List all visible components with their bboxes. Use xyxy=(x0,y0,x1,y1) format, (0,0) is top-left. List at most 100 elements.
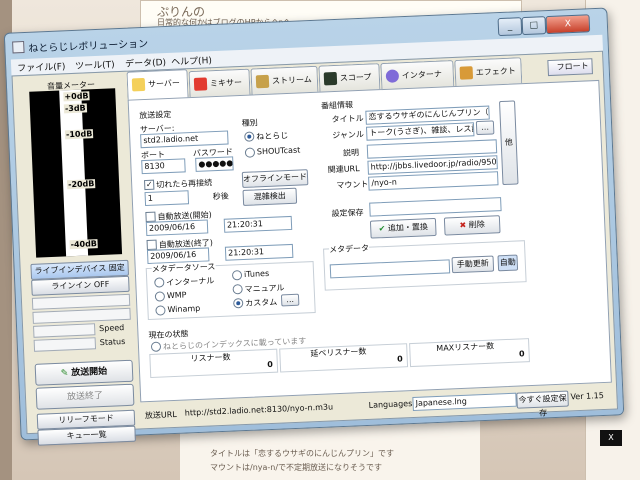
genre-select[interactable]: トーク(うさぎ)、雑談、レス読み xyxy=(365,122,475,141)
auto-end-time[interactable]: 21:20:31 xyxy=(224,243,294,261)
maximize-icon: □ xyxy=(529,20,539,31)
auto-start-date[interactable]: 2009/06/16 xyxy=(145,219,209,237)
meter-scale xyxy=(59,89,89,257)
kind-netoradi-label: ねとらじ xyxy=(256,131,289,142)
app-window: ねとらじレボリューション _ □ X ファイル(F) ツール(T) データ(D)… xyxy=(3,7,625,446)
offline-mode-button[interactable]: オフラインモード xyxy=(241,169,309,188)
program-info-title: 番組情報 xyxy=(320,100,354,111)
tab-server-label: サーバー xyxy=(147,78,181,89)
broadcast-icon: ✎ xyxy=(60,368,69,379)
blog-line: タイトルは「恋するウサギのにんじんプリン」です xyxy=(210,449,394,458)
mount-input[interactable]: /nyo-n xyxy=(368,171,499,191)
listeners-label: リスナー数 xyxy=(190,352,231,364)
seconds-label: 秒後 xyxy=(212,191,229,202)
total-listeners-box: 延べリスナー数 0 xyxy=(279,343,409,373)
auto-start-checkbox[interactable] xyxy=(145,211,156,223)
meter-label-20: -20dB xyxy=(66,179,96,190)
close-button[interactable]: X xyxy=(545,14,591,35)
stream-icon xyxy=(255,74,270,89)
index-status-radio xyxy=(150,341,162,352)
menu-help[interactable]: ヘルプ(H) xyxy=(171,53,212,68)
scope-icon xyxy=(323,71,338,86)
description-label: 説明 xyxy=(342,148,360,158)
mount-label: マウント xyxy=(336,179,369,191)
src-wmp-label: WMP xyxy=(166,290,187,301)
meter-label-40: -40dB xyxy=(69,239,99,250)
server-select[interactable]: std2.ladio.net xyxy=(140,130,229,149)
custom-settings-button[interactable]: ... xyxy=(280,293,300,307)
app-icon xyxy=(12,40,25,54)
server-icon xyxy=(131,77,146,92)
end-broadcast-button[interactable]: 放送終了 xyxy=(35,383,135,410)
save-settings-label: 設定保存 xyxy=(331,207,364,219)
related-url-label: 関連URL xyxy=(327,164,360,175)
blog-line: マウントは/nya-n/で不定期放送になりそうです xyxy=(210,463,383,472)
meter-label-0: +0dB xyxy=(63,91,90,102)
close-icon: X xyxy=(564,19,572,30)
broadcast-url-value[interactable]: http://std2.ladio.net:8130/nyo-n.m3u xyxy=(185,402,334,417)
client-area: 音量メーター +0dB -3dB -10dB -20dB -40dB ライブイン… xyxy=(11,50,619,446)
left-panel: 音量メーター +0dB -3dB -10dB -20dB -40dB ライブイン… xyxy=(17,76,140,446)
manual-update-button[interactable]: 手動更新 xyxy=(451,255,495,274)
reconnect-label: 切れたら再接続 xyxy=(156,178,213,190)
speaker-icon xyxy=(459,66,474,80)
port-input[interactable]: 8130 xyxy=(141,158,186,175)
other-button[interactable]: 他 xyxy=(499,100,519,186)
minimize-icon: _ xyxy=(507,21,513,32)
language-select[interactable]: Japanese.lng xyxy=(412,392,517,412)
kind-label: 種別 xyxy=(241,118,258,128)
status-field xyxy=(33,337,97,352)
password-input[interactable]: ●●●●● xyxy=(195,156,234,172)
blog-sidebar-button[interactable]: X xyxy=(600,430,622,446)
speed-field xyxy=(33,323,96,338)
float-button[interactable]: フロート xyxy=(547,58,593,77)
src-itunes-label: iTunes xyxy=(243,268,270,279)
src-internal-label: インターナル xyxy=(166,276,215,288)
menu-file[interactable]: ファイル(F) xyxy=(17,59,66,74)
auto-start-time[interactable]: 21:20:31 xyxy=(223,215,293,233)
title-label: タイトル xyxy=(331,113,364,125)
tab-effect-label: エフェクト xyxy=(475,66,516,78)
check-icon: ✔ xyxy=(378,224,386,234)
kind-shoutcast-radio[interactable] xyxy=(244,147,256,158)
genre-label: ジャンル xyxy=(332,129,365,141)
save-now-button[interactable]: 今すぐ設定保存 xyxy=(516,390,569,418)
reconnect-checkbox[interactable]: ✓ xyxy=(144,179,155,191)
tab-stream[interactable]: ストリーム xyxy=(250,65,319,96)
speed-label: Speed xyxy=(99,323,125,334)
tab-scope[interactable]: スコープ xyxy=(318,63,381,93)
maximize-button[interactable]: □ xyxy=(521,16,547,36)
version-label: Ver 1.15 xyxy=(570,391,605,402)
kind-netoradi-radio[interactable] xyxy=(244,131,255,142)
minimize-button[interactable]: _ xyxy=(497,17,523,37)
menu-data[interactable]: データ(D) xyxy=(125,55,166,70)
line-in-off-button[interactable]: ラインイン OFF xyxy=(31,275,130,296)
status-label: Status xyxy=(99,337,126,348)
tab-effect[interactable]: エフェクト xyxy=(454,57,523,87)
mixer-icon xyxy=(193,77,208,91)
meter-label-3: -3dB xyxy=(63,103,87,114)
tab-mixer[interactable]: ミキサー xyxy=(188,68,251,99)
start-broadcast-label: 放送開始 xyxy=(71,366,108,379)
auto-update-button[interactable]: 自動 xyxy=(497,254,519,272)
add-replace-button[interactable]: ✔ 追加・置換 xyxy=(369,217,437,239)
listeners-box: リスナー数 0 xyxy=(149,348,279,378)
src-custom-label: カスタム xyxy=(245,297,278,308)
menu-tools[interactable]: ツール(T) xyxy=(75,57,115,72)
disc-icon xyxy=(385,69,400,83)
max-listeners-value: 0 xyxy=(518,349,525,359)
reconnect-seconds-input[interactable]: 1 xyxy=(144,190,190,207)
metadata-label: メタデータ xyxy=(328,242,370,256)
auto-end-checkbox[interactable] xyxy=(146,239,157,251)
level-field-2 xyxy=(32,307,131,324)
genre-more-button[interactable]: ... xyxy=(475,120,495,136)
start-broadcast-button[interactable]: ✎ 放送開始 xyxy=(34,359,134,386)
add-replace-label: 追加・置換 xyxy=(387,222,429,233)
broadcast-settings-title: 放送設定 xyxy=(139,109,172,121)
delete-button[interactable]: ✖ 削除 xyxy=(443,215,501,236)
total-listeners-value: 0 xyxy=(396,354,403,364)
kind-shoutcast-label: SHOUTcast xyxy=(256,145,301,157)
congestion-detect-button[interactable]: 混雑検出 xyxy=(242,187,298,206)
saved-settings-select[interactable] xyxy=(369,197,502,217)
max-listeners-label: MAXリスナー数 xyxy=(436,341,495,353)
